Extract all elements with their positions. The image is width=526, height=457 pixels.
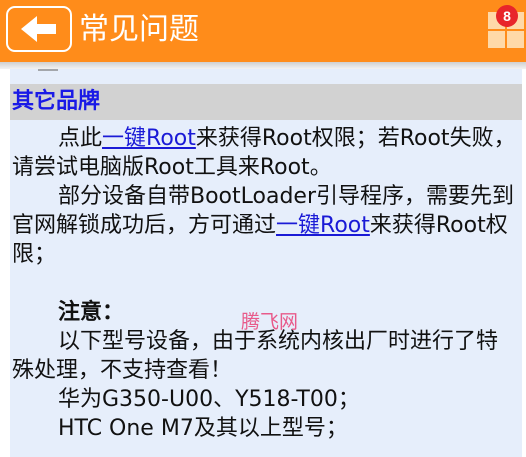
paragraph-text: 点此 <box>58 126 103 151</box>
clipped-text-fragment <box>38 69 58 76</box>
faq-body: 点此一键Root来获得Root权限；若Root失败，请尝试电脑版Root工具来R… <box>12 124 518 443</box>
header-shadow <box>0 62 526 69</box>
grid-menu-icon <box>488 31 505 48</box>
page-title: 常见问题 <box>79 12 199 47</box>
faq-content-panel: 其它品牌 点此一键Root来获得Root权限；若Root失败，请尝试电脑版Roo… <box>10 69 522 457</box>
list-item: HTC One M7及其以上型号； <box>58 416 348 441</box>
notification-badge: 8 <box>496 5 518 27</box>
app-header: 常见问题 8 <box>0 0 526 62</box>
section-header: 其它品牌 <box>10 84 522 120</box>
paragraph-bootloader: 部分设备自带BootLoader引导程序，需要先到官网解锁成功后，方可通过一键R… <box>12 182 518 269</box>
list-item: 华为G350-U00、Y518-T00； <box>58 387 360 412</box>
one-click-root-link[interactable]: 一键Root <box>276 213 370 238</box>
section-title: 其它品牌 <box>12 89 101 114</box>
arrow-left-icon <box>21 16 56 42</box>
watermark: 腾飞网 <box>241 311 299 333</box>
note-text: 以下型号设备，由于系统内核出厂时进行了特殊处理，不支持查看！ <box>12 329 499 383</box>
paragraph-root-instructions: 点此一键Root来获得Root权限；若Root失败，请尝试电脑版Root工具来R… <box>12 124 518 182</box>
one-click-root-link[interactable]: 一键Root <box>102 126 196 151</box>
grid-menu-icon <box>507 31 524 48</box>
back-button[interactable] <box>6 6 72 52</box>
